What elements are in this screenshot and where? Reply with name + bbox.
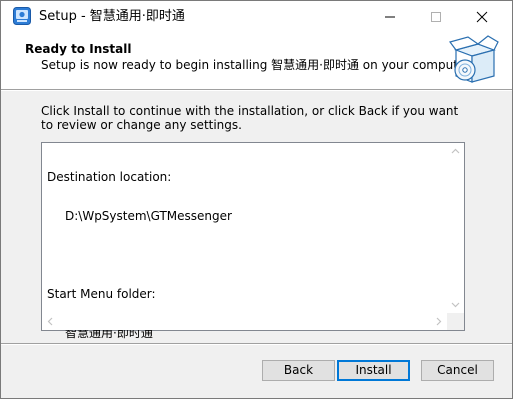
title-bar[interactable]: Setup - 智慧通用·即时通 (1, 1, 512, 32)
scroll-down-icon[interactable] (447, 296, 464, 313)
summary-memo-text: Destination location: D:\WpSystem\GTMess… (47, 145, 232, 366)
header-divider-highlight (1, 90, 512, 91)
setup-window: Setup - 智慧通用·即时通 Ready to Install Setup … (0, 0, 513, 399)
back-button[interactable]: Back (262, 360, 335, 381)
maximize-icon (431, 12, 441, 22)
close-button[interactable] (459, 1, 505, 32)
page-subtitle: Setup is now ready to begin installing 智… (41, 58, 473, 72)
vertical-scrollbar[interactable] (447, 143, 464, 313)
setup-app-icon (13, 7, 31, 25)
memo-blank-line (47, 249, 232, 262)
destination-label: Destination location: (47, 170, 172, 184)
wizard-header: Ready to Install Setup is now ready to b… (1, 32, 512, 89)
minimize-icon (385, 16, 395, 18)
scroll-up-icon[interactable] (447, 143, 464, 160)
horizontal-scrollbar[interactable] (42, 313, 447, 330)
scroll-left-icon[interactable] (42, 313, 59, 330)
destination-value: D:\WpSystem\GTMessenger (65, 209, 232, 223)
scroll-right-icon[interactable] (430, 313, 447, 330)
window-title: Setup - 智慧通用·即时通 (39, 9, 185, 24)
cancel-button[interactable]: Cancel (421, 360, 494, 381)
install-button[interactable]: Install (337, 360, 410, 381)
maximize-button[interactable] (413, 1, 459, 32)
page-title: Ready to Install (25, 42, 132, 56)
instructions-text: Click Install to continue with the insta… (41, 104, 459, 132)
start-menu-label: Start Menu folder: (47, 287, 156, 301)
minimize-button[interactable] (367, 1, 413, 32)
footer-divider-highlight (1, 344, 512, 345)
close-icon (476, 11, 488, 23)
summary-memo[interactable]: Destination location: D:\WpSystem\GTMess… (41, 142, 465, 340)
scrollbar-corner (447, 313, 464, 330)
install-box-disc-icon (448, 35, 499, 83)
